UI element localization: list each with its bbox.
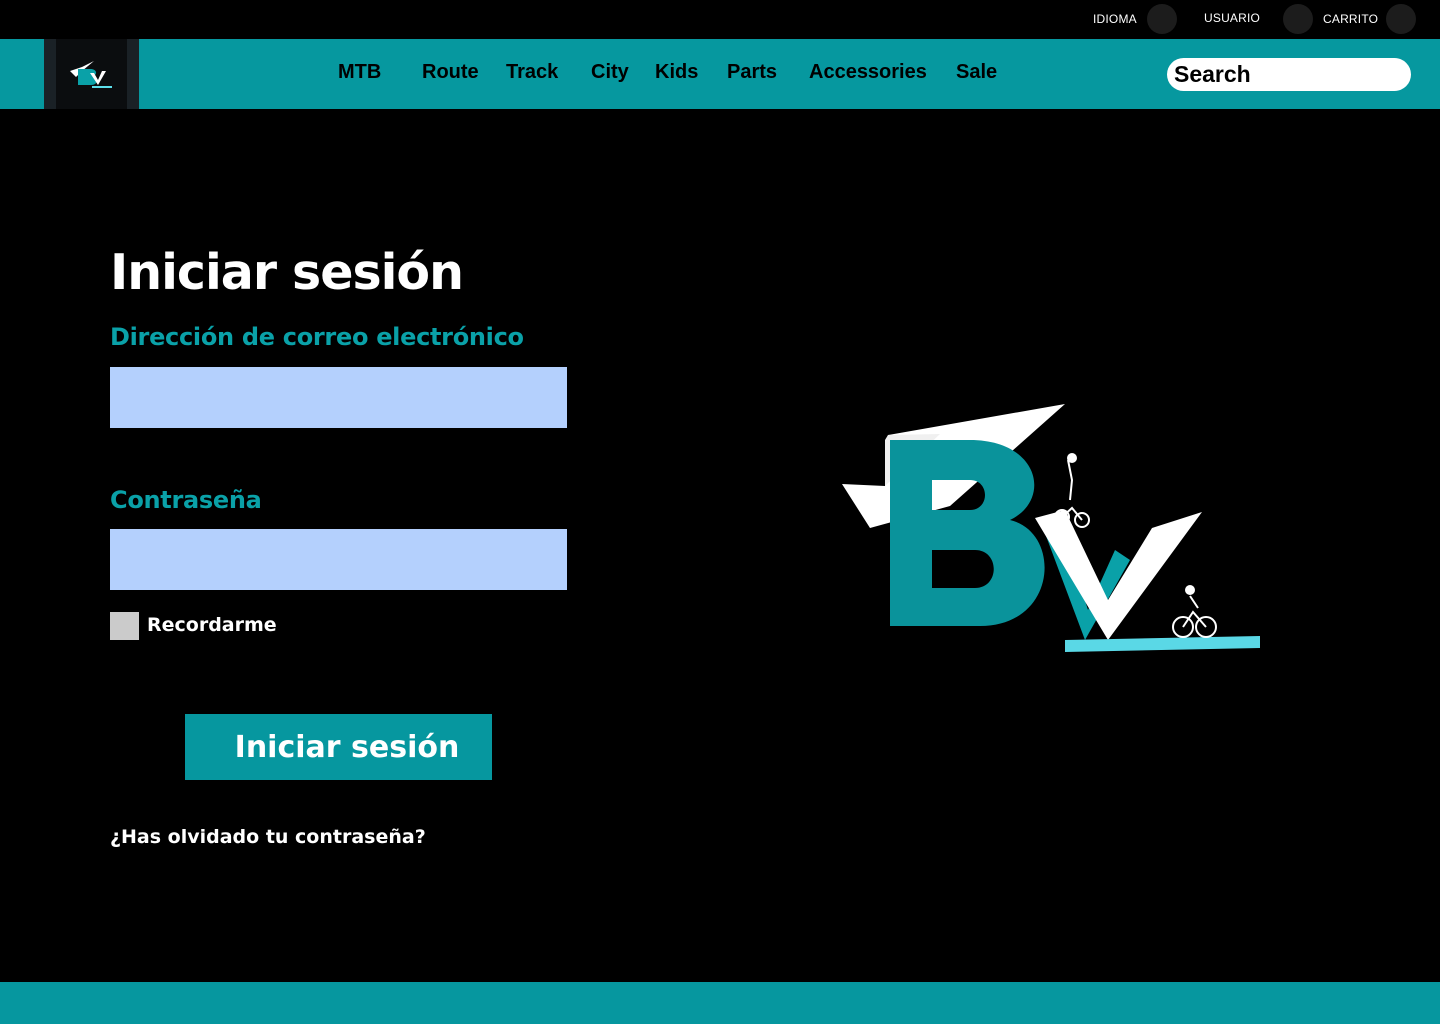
page-title: Iniciar sesión — [110, 244, 464, 301]
user-menu[interactable]: USUARIO — [1204, 4, 1314, 34]
user-icon[interactable] — [1283, 4, 1314, 34]
password-label: Contraseña — [110, 486, 262, 514]
remember-label: Recordarme — [147, 614, 277, 636]
utility-bar: IDIOMA USUARIO CARRITO — [0, 0, 1440, 39]
footer-bar — [0, 982, 1440, 1024]
search-input[interactable] — [1167, 58, 1411, 91]
nav-item-accessories[interactable]: Accessories — [809, 61, 927, 84]
nav-item-mtb[interactable]: MTB — [338, 61, 381, 84]
hero-brand-logo — [842, 404, 1260, 652]
language-selector[interactable]: IDIOMA — [1093, 4, 1177, 34]
language-label: IDIOMA — [1093, 12, 1137, 26]
nav-item-kids[interactable]: Kids — [655, 61, 698, 84]
language-icon[interactable] — [1146, 4, 1177, 34]
nav-item-track[interactable]: Track — [506, 61, 558, 84]
user-label: USUARIO — [1204, 11, 1261, 25]
cart-icon[interactable] — [1386, 4, 1417, 34]
forgot-password-link[interactable]: ¿Has olvidado tu contraseña? — [110, 826, 426, 848]
main-nav: MTB Route Track City Kids Parts Accessor… — [0, 39, 1440, 109]
nav-item-city[interactable]: City — [591, 61, 629, 84]
brand-logo[interactable] — [44, 39, 139, 109]
nav-item-parts[interactable]: Parts — [727, 61, 777, 84]
brand-logo-icon — [70, 61, 112, 88]
login-button[interactable]: Iniciar sesión — [185, 714, 492, 780]
email-label: Dirección de correo electrónico — [110, 323, 524, 351]
cart-label: CARRITO — [1323, 12, 1379, 26]
nav-item-sale[interactable]: Sale — [956, 61, 997, 84]
remember-checkbox[interactable] — [110, 612, 139, 640]
email-field[interactable] — [110, 367, 567, 428]
cart-menu[interactable]: CARRITO — [1323, 4, 1417, 34]
password-field[interactable] — [110, 529, 567, 590]
nav-item-route[interactable]: Route — [422, 61, 479, 84]
